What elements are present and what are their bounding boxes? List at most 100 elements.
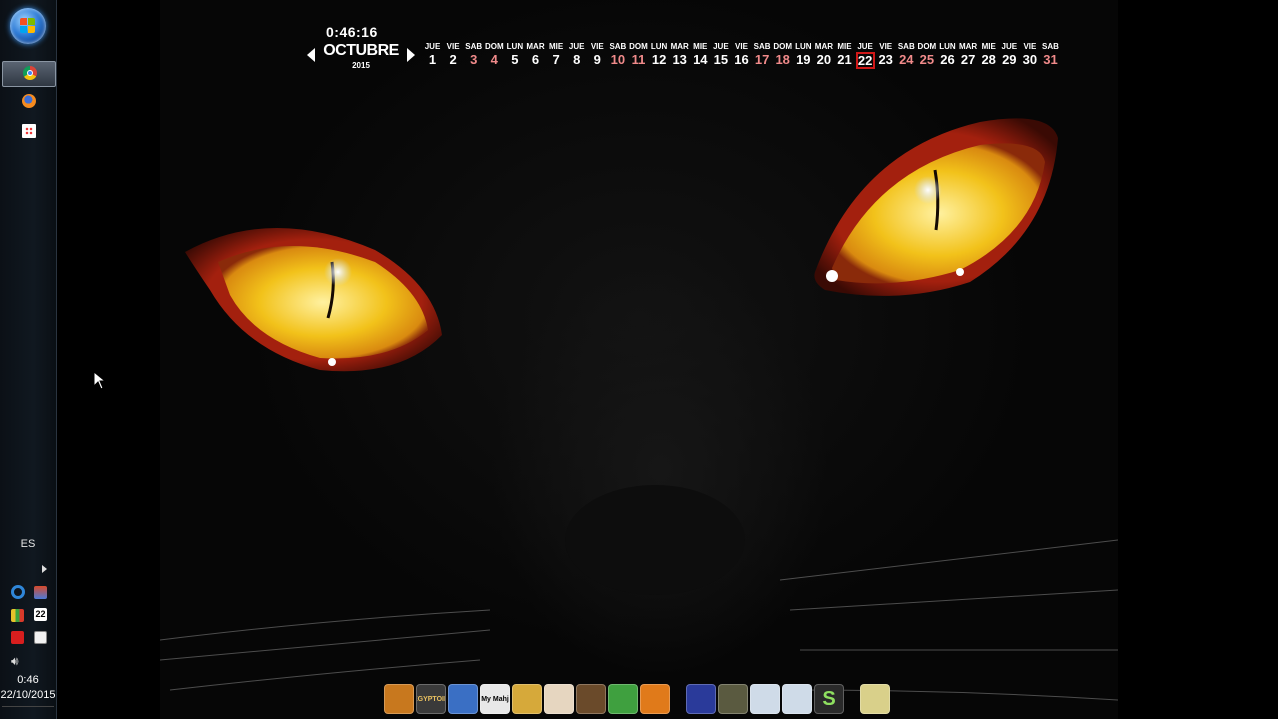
- calendar-day[interactable]: MAR 27: [958, 42, 979, 67]
- calendar-day[interactable]: VIE 2: [443, 42, 464, 67]
- calendar-day-number: 30: [1022, 52, 1038, 67]
- firefox-icon: [22, 94, 36, 108]
- calendar-day[interactable]: SAB 24: [896, 42, 917, 67]
- calendar-day[interactable]: LUN 12: [649, 42, 670, 67]
- calendar-day[interactable]: MAR 13: [669, 42, 690, 67]
- clipboard-icon[interactable]: [34, 631, 47, 644]
- calendar-day[interactable]: MIE 21: [834, 42, 855, 67]
- egyptoid-icon[interactable]: EGYPTOID: [416, 684, 446, 714]
- calendar-day-name: MIE: [981, 42, 996, 51]
- my-mahjong-icon[interactable]: My Mahj: [480, 684, 510, 714]
- stone-disc-icon[interactable]: [718, 684, 748, 714]
- start-button[interactable]: [10, 8, 46, 44]
- calendar-day-number: 7: [552, 52, 560, 67]
- calendar-day-number: 20: [816, 52, 832, 67]
- calendar-day[interactable]: VIE 16: [731, 42, 752, 67]
- calendar-day[interactable]: JUE 15: [710, 42, 731, 67]
- calendar-day-number: 17: [754, 52, 770, 67]
- settings-gear-icon[interactable]: [750, 684, 780, 714]
- calendar-day-name: JUE: [424, 42, 441, 51]
- taskbar-clock-date[interactable]: 22/10/2015: [0, 689, 56, 701]
- lantern-icon[interactable]: [640, 684, 670, 714]
- calendar-day[interactable]: MAR 20: [813, 42, 834, 67]
- zombie-face-icon[interactable]: [608, 684, 638, 714]
- calendar-day-number: 4: [490, 52, 498, 67]
- calendar-day-number: 21: [837, 52, 852, 67]
- calendar-day-name: LUN: [506, 42, 524, 51]
- prev-month-arrow-icon[interactable]: [307, 48, 315, 62]
- calendar-day-name: SAB: [753, 42, 771, 51]
- calendar-day-name: DOM: [773, 42, 793, 51]
- calendar-day[interactable]: LUN 26: [937, 42, 958, 67]
- calendar-day[interactable]: LUN 5: [504, 42, 525, 67]
- calendar-day[interactable]: SAB 17: [752, 42, 773, 67]
- network-ring-icon[interactable]: [11, 585, 25, 599]
- mahjong-tile-icon[interactable]: [544, 684, 574, 714]
- card-game-icon[interactable]: [576, 684, 606, 714]
- settings-gear-2-icon[interactable]: [782, 684, 812, 714]
- calendar-day-name: DOM: [629, 42, 648, 51]
- calendar-day-name: VIE: [735, 42, 748, 51]
- pharaoh-mask-icon[interactable]: [384, 684, 414, 714]
- calendar-day[interactable]: MAR 6: [525, 42, 546, 67]
- calendar-day[interactable]: VIE 23: [875, 42, 896, 67]
- calendar-day-number: 18: [775, 52, 790, 67]
- calendar-day-number: 5: [511, 52, 519, 67]
- taskbar: ES 22 🔊︎ 0:46 22/10/2015: [0, 0, 57, 719]
- calendar-day[interactable]: DOM 11: [628, 42, 649, 67]
- volume-icon[interactable]: 🔊︎: [11, 654, 19, 669]
- desktop-wallpaper: [160, 0, 1118, 719]
- runner-icon[interactable]: [11, 631, 24, 644]
- taskbar-clock-time[interactable]: 0:46: [0, 674, 56, 686]
- calendar-day-name: LUN: [650, 42, 668, 51]
- calendar-day-number: 26: [940, 52, 955, 67]
- calendar-day-name: VIE: [590, 42, 604, 51]
- calendar-day[interactable]: MIE 7: [546, 42, 567, 67]
- calendar-day-name: DOM: [484, 42, 504, 51]
- language-indicator[interactable]: ES: [0, 538, 56, 550]
- calendar-day[interactable]: DOM 4: [484, 42, 505, 67]
- calendar-day[interactable]: SAB 3: [463, 42, 484, 67]
- calendar-day[interactable]: SAB 31: [1040, 42, 1061, 67]
- calendar-22-icon[interactable]: 22: [34, 608, 47, 621]
- calendar-day-number: 9: [593, 52, 601, 67]
- blue-banner-icon[interactable]: [686, 684, 716, 714]
- next-month-arrow-icon[interactable]: [407, 48, 415, 62]
- calendar-day[interactable]: JUE 8: [566, 42, 587, 67]
- show-desktop-button[interactable]: [2, 706, 54, 717]
- charts-icon[interactable]: [11, 609, 24, 622]
- calendar-day[interactable]: DOM 18: [772, 42, 793, 67]
- calendar-day[interactable]: VIE 30: [1019, 42, 1040, 67]
- calendar-day-number: 2: [449, 52, 457, 67]
- taskbar-firefox-button[interactable]: [2, 90, 54, 114]
- calendar-day[interactable]: JUE 1: [422, 42, 443, 67]
- calendar-day[interactable]: JUE 29: [999, 42, 1020, 67]
- calendar-day-number: 1: [428, 52, 437, 67]
- cartoon-face-icon[interactable]: [448, 684, 478, 714]
- calendar-day[interactable]: SAB 10: [607, 42, 628, 67]
- calendar-day[interactable]: VIE 9: [587, 42, 608, 67]
- taskbar-chrome-button[interactable]: [2, 61, 56, 87]
- s-logo-icon[interactable]: S: [814, 684, 844, 714]
- calendar-day-today[interactable]: JUE 22: [855, 42, 876, 69]
- calendar-day[interactable]: DOM 25: [916, 42, 937, 67]
- calendar-day-name: MIE: [837, 42, 852, 51]
- dock-icon-label: My Mahj: [481, 695, 509, 703]
- calendar-day-number: 24: [899, 52, 914, 67]
- monitor-icon[interactable]: [34, 586, 47, 599]
- calendar-day-name: MAR: [814, 42, 833, 51]
- tray-calendar-day: 22: [35, 609, 46, 619]
- calendar-day[interactable]: LUN 19: [793, 42, 814, 67]
- calendar-day[interactable]: MIE 14: [690, 42, 711, 67]
- calendar-day-name: MAR: [958, 42, 978, 51]
- widget-month: OCTUBRE: [323, 42, 399, 59]
- widget-year: 2015: [352, 61, 370, 70]
- calendar-day-number: 23: [878, 52, 893, 67]
- taskbar-apps-button[interactable]: [2, 120, 54, 144]
- calendar-day-number: 15: [713, 52, 729, 67]
- crown-icon[interactable]: [512, 684, 542, 714]
- calendar-day[interactable]: MIE 28: [978, 42, 999, 67]
- calendar-day-name: LUN: [939, 42, 956, 51]
- show-hidden-icons-arrow-icon[interactable]: [42, 565, 47, 573]
- folder-icon[interactable]: [860, 684, 890, 714]
